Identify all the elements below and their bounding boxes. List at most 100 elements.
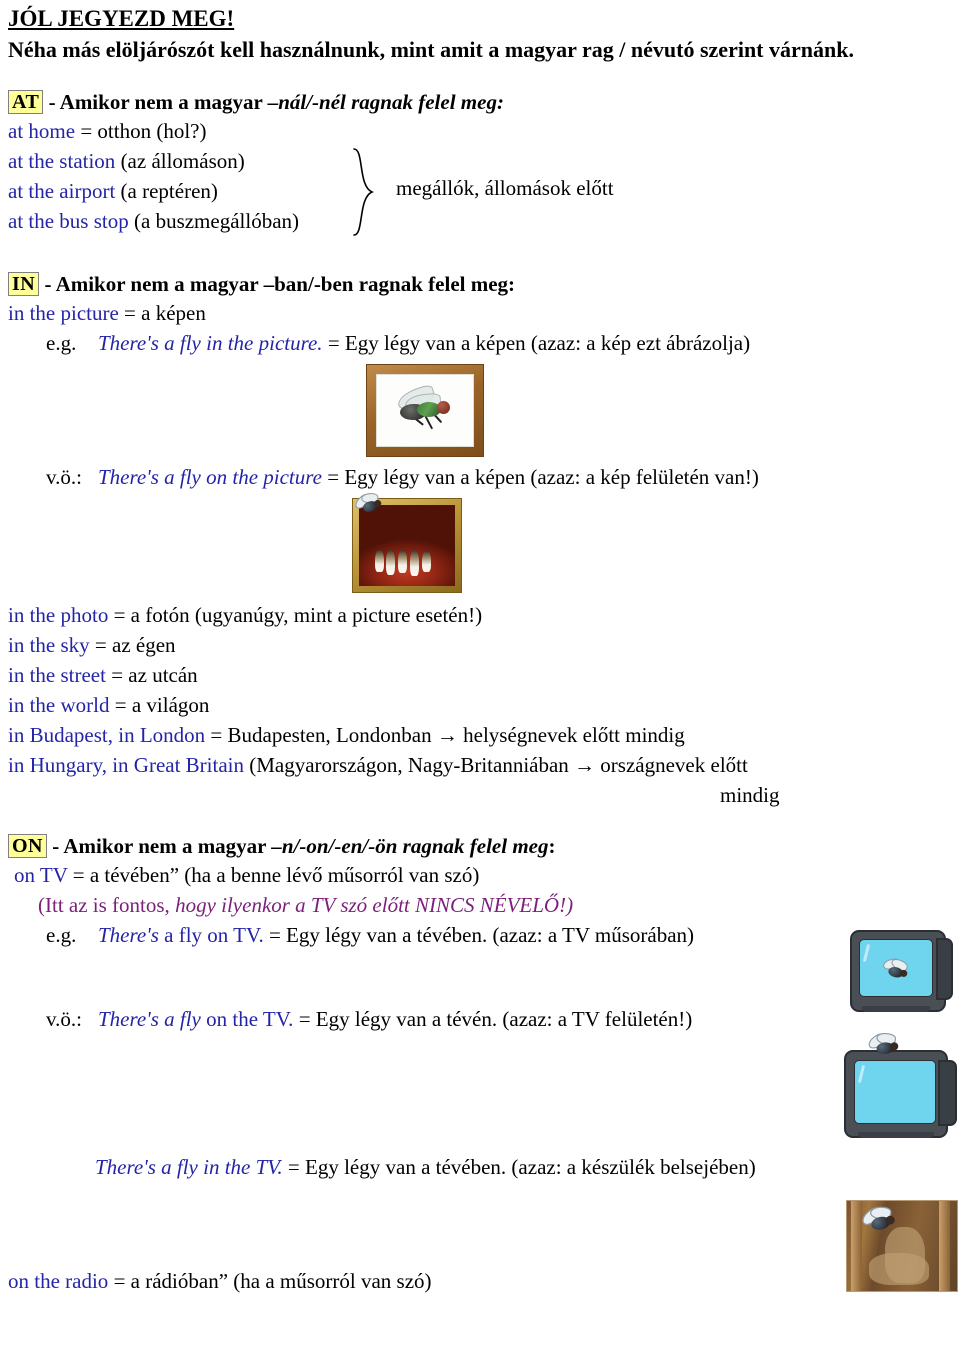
section-tag-at: AT [8, 90, 44, 114]
in-en-countries: in Hungary, in Great Britain [8, 753, 244, 777]
in-en-cities: in Budapest, in London [8, 723, 206, 747]
at-en-station: at the station [8, 149, 116, 173]
document-page: JÓL JEGYEZD MEG! Néha más elöljárószót k… [0, 0, 960, 1359]
section-on-head-plain: - Amikor nem a magyar [47, 834, 272, 858]
section-in-head-plain: - Amikor nem a magyar [39, 272, 264, 296]
at-hu-station: (az állomáson) [115, 149, 245, 173]
section-in-head-italic: –ban/-ben ragnak felel meg: [263, 272, 516, 296]
at-hu-busstop: (a buszmegállóban) [128, 209, 300, 233]
at-en-busstop: at the bus stop [8, 209, 129, 233]
on-vo-hu: = Egy légy van a tévén. (azaz: a TV felü… [293, 1007, 693, 1031]
in-list-overflow: mindig [720, 783, 780, 807]
in-hu-countries: (Magyarországon, Nagy-Britanniában → ors… [244, 753, 748, 777]
at-brace-group: at the station (az állomáson) at the air… [0, 146, 960, 236]
on-en-tv: on TV [14, 863, 68, 887]
fly-on-top-icon [865, 1031, 899, 1058]
in-vo-en: There's a fly on the picture [98, 465, 322, 489]
section-tag-on: ON [8, 834, 47, 858]
section-at-head-plain: - Amikor nem a magyar [43, 90, 268, 114]
in-en-photo: in the photo [8, 603, 109, 627]
screen-glint [862, 943, 871, 963]
on-en-radio: on the radio [8, 1269, 109, 1293]
in-eg-label: e.g. [46, 331, 77, 355]
in-en-world: in the world [8, 693, 110, 717]
page-title: JÓL JEGYEZD MEG! [0, 0, 960, 33]
on-vo-en-italic: There's a fly [98, 1007, 201, 1031]
at-hu-airport: (a reptéren) [115, 179, 218, 203]
on-in-tv-en: There's a fly in the TV. [95, 1155, 283, 1179]
in-compare-line: v.ö.: There's a fly on the picture = Egy … [0, 462, 960, 492]
on-vo-label: v.ö.: [46, 1007, 82, 1031]
framed-dark-painting-with-fly-on-surface [352, 492, 462, 593]
at-line-busstop: at the bus stop (a buszmegállóban) [0, 206, 960, 236]
picture-mat [376, 374, 474, 447]
in-hu-photo: = a fotón (ugyanúgy, mint a picture eset… [108, 603, 483, 627]
framed-picture-of-fly [366, 364, 484, 457]
in-list-world: in the world = a világon [0, 690, 960, 720]
on-note-line: (Itt az is fontos, hogy ilyenkor a TV sz… [0, 890, 960, 920]
in-eg-hu: = Egy légy van a képen (azaz: a kép ezt … [322, 331, 751, 355]
on-compare-line: v.ö.: There's a fly on the TV. = Egy légy… [0, 1004, 960, 1034]
in-hu-world: = a világon [109, 693, 210, 717]
image-slot-fly-in-picture [0, 358, 960, 462]
on-note-plain: (Itt az is fontos, [38, 893, 176, 917]
fly-illustration [395, 383, 461, 431]
image-slot-fly-on-tv-top [0, 1031, 960, 1152]
on-in-tv-hu: = Egy légy van a tévében. (azaz: a készü… [282, 1155, 756, 1179]
on-radio-line: on the radio = a rádióban” (ha a műsorró… [0, 1266, 960, 1296]
television-with-fly-on-top [840, 1026, 957, 1142]
on-example-line: e.g. There's a fly on TV. = Egy légy van … [0, 920, 960, 950]
in-vo-label: v.ö.: [46, 465, 82, 489]
in-list-street: in the street = az utcán [0, 660, 960, 690]
interior-post-right [939, 1201, 950, 1291]
image-slot-fly-on-picture [0, 492, 960, 600]
on-hu-radio: = a rádióban” (ha a műsorról van szó) [108, 1269, 432, 1293]
section-header-at: AT - Amikor nem a magyar –nál/-nél ragna… [0, 88, 960, 116]
television-with-fly-on-screen [848, 916, 953, 1012]
image-slot-fly-inside-device [0, 1182, 960, 1292]
in-list-cities: in Budapest, in London = Budapesten, Lon… [0, 720, 960, 750]
tv-base [858, 1132, 934, 1138]
in-vo-hu: = Egy légy van a képen (azaz: a kép felü… [321, 465, 759, 489]
on-eg-en-italic: There's [98, 923, 159, 947]
interior-shape [869, 1253, 929, 1285]
at-brace-label: megállók, állomások előtt [396, 176, 614, 200]
on-note-italic: hogy ilyenkor a TV szó előtt NINCS NÉVEL… [175, 893, 574, 917]
in-list-sky: in the sky = az égen [0, 630, 960, 660]
section-tag-in: IN [8, 272, 40, 296]
in-en-picture: in the picture [8, 301, 119, 325]
on-line-tv: on TV = a tévében” (ha a benne lévő műso… [0, 860, 960, 890]
section-header-in: IN - Amikor nem a magyar –ban/-ben ragna… [0, 270, 960, 298]
on-eg-hu: = Egy légy van a tévében. (azaz: a TV mű… [263, 923, 695, 947]
in-en-street: in the street [8, 663, 106, 687]
painting-canvas [359, 505, 455, 586]
in-hu-cities: = Budapesten, Londonban → helységnevek e… [205, 723, 685, 747]
screen-glint [857, 1064, 866, 1084]
on-vo-en-plain: on the TV. [200, 1007, 294, 1031]
in-en-sky: in the sky [8, 633, 90, 657]
in-list-countries: in Hungary, in Great Britain (Magyarorsz… [0, 750, 960, 780]
section-header-on: ON - Amikor nem a magyar –n/-on/-en/-ön … [0, 832, 960, 860]
section-at-head-italic: –nál/-nél ragnak felel meg: [267, 90, 504, 114]
on-hu-tv: = a tévében” (ha a benne lévő műsorról v… [67, 863, 480, 887]
section-on-head-italic: –n/-on/-en/-ön ragnak felel meg [271, 834, 549, 858]
tv-side-panel [938, 1060, 957, 1126]
page-subtitle: Néha más elöljárószót kell használnunk, … [8, 37, 854, 62]
in-example-line: e.g. There's a fly in the picture. = Egy … [0, 328, 960, 358]
in-hu-street: = az utcán [105, 663, 198, 687]
in-hu-sky: = az égen [89, 633, 176, 657]
page-title-text: JÓL JEGYEZD MEG! [8, 6, 235, 31]
tv-side-panel [936, 938, 953, 1000]
in-list-photo: in the photo = a fotón (ugyanúgy, mint a… [0, 600, 960, 630]
tv-base [862, 1006, 930, 1012]
section-on-head-tail: : [548, 834, 556, 858]
in-eg-en: There's a fly in the picture. [98, 331, 323, 355]
tv-screen [859, 939, 933, 997]
at-en-home: at home [8, 119, 76, 143]
at-hu-home: = otthon (hol?) [75, 119, 207, 143]
image-slot-fly-on-tv-screen [0, 930, 960, 1012]
at-line-home: at home = otthon (hol?) [0, 116, 960, 146]
